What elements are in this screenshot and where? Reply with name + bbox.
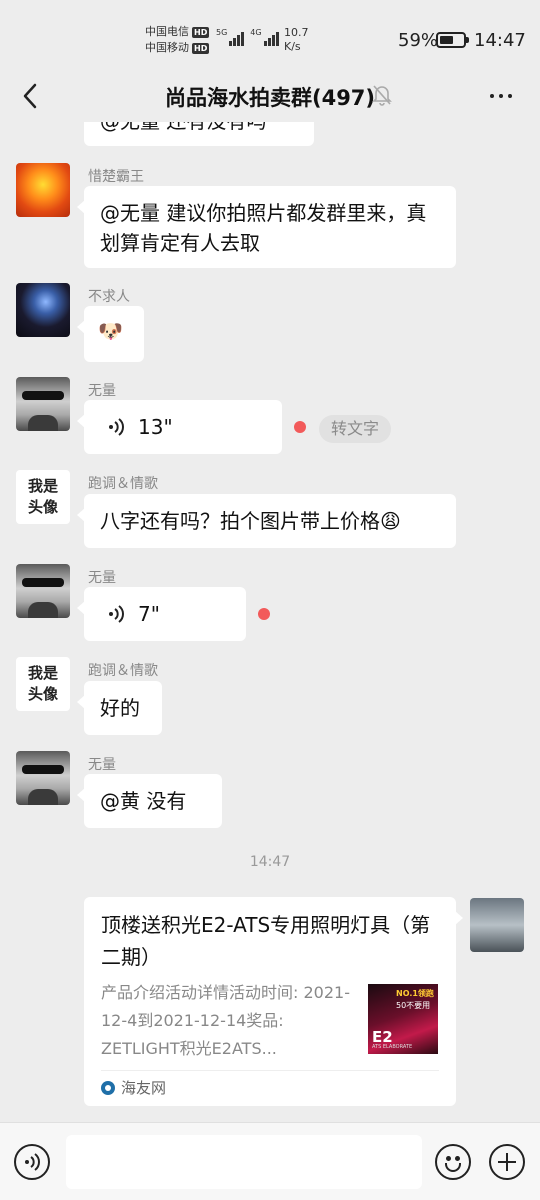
card-source: 海友网 bbox=[101, 1077, 166, 1098]
avatar[interactable] bbox=[16, 751, 70, 805]
avatar[interactable] bbox=[16, 564, 70, 618]
voice-duration: 7" bbox=[138, 602, 160, 626]
voice-input-button[interactable] bbox=[14, 1144, 50, 1180]
sender-name: 跑调＆情歌 bbox=[88, 476, 158, 492]
message-bubble[interactable]: @无量 还有没有吗 bbox=[84, 122, 314, 146]
more-horizontal-icon bbox=[490, 94, 512, 98]
network-speed: 10.7 K/s bbox=[284, 26, 309, 53]
voice-wave-icon bbox=[109, 605, 124, 623]
message-bubble[interactable]: 八字还有吗？拍个图片带上价格😩 bbox=[77, 494, 456, 548]
status-bar: 中国电信 HD 中国移动 HD 5G 4G 10.7 K/s 59% 14:47 bbox=[0, 0, 540, 70]
battery-icon bbox=[436, 32, 469, 48]
dog-emoji-icon: 🐶 bbox=[98, 319, 123, 343]
hd-badge: HD bbox=[192, 42, 210, 54]
avatar[interactable] bbox=[16, 283, 70, 337]
carrier-1: 中国电信 bbox=[145, 25, 189, 38]
chat-messages[interactable]: @无量 还有没有吗 惜楚霸王 @无量 建议你拍照片都发群里来，真划算肯定有人去取… bbox=[0, 122, 540, 1122]
unread-dot bbox=[294, 421, 306, 433]
avatar[interactable]: 我是头像 bbox=[16, 657, 70, 711]
signal-5g-icon: 5G bbox=[216, 28, 245, 46]
sender-name: 惜楚霸王 bbox=[88, 169, 144, 185]
card-title: 顶楼送积光E2-ATS专用照明灯具（第二期） bbox=[101, 913, 431, 969]
signal-indicators: 5G 4G bbox=[216, 28, 279, 46]
more-button[interactable] bbox=[484, 82, 518, 110]
carrier-info: 中国电信 HD 中国移动 HD bbox=[145, 24, 210, 56]
avatar[interactable]: 我是头像 bbox=[16, 470, 70, 524]
avatar[interactable] bbox=[16, 377, 70, 431]
message-timestamp: 14:47 bbox=[249, 854, 291, 870]
avatar[interactable] bbox=[16, 163, 70, 217]
battery-percent: 59% bbox=[398, 30, 439, 51]
voice-duration: 13" bbox=[138, 415, 173, 439]
hd-badge: HD bbox=[192, 26, 210, 38]
sender-name: 无量 bbox=[88, 383, 116, 399]
message-bubble[interactable]: @黄 没有 bbox=[77, 774, 222, 828]
source-name: 海友网 bbox=[121, 1079, 167, 1097]
card-description: 产品介绍活动详情活动时间: 2021-12-4到2021-12-14奖品: ZE… bbox=[101, 983, 350, 1058]
sender-name: 无量 bbox=[88, 570, 116, 586]
emoji-button[interactable] bbox=[435, 1144, 471, 1180]
voice-message[interactable]: 13" bbox=[77, 400, 282, 454]
chat-header: 尚品海水拍卖群(497) bbox=[0, 70, 540, 122]
divider bbox=[101, 1070, 439, 1071]
status-time: 14:47 bbox=[474, 30, 526, 51]
my-avatar[interactable] bbox=[470, 898, 524, 952]
voice-icon bbox=[25, 1153, 40, 1171]
sticker-bubble[interactable]: 🐶 bbox=[77, 306, 144, 362]
input-bar bbox=[0, 1122, 540, 1200]
sender-name: 跑调＆情歌 bbox=[88, 663, 158, 679]
message-bubble[interactable]: @无量 建议你拍照片都发群里来，真划算肯定有人去取 bbox=[77, 186, 456, 268]
bell-off-icon bbox=[372, 85, 392, 106]
chat-title[interactable]: 尚品海水拍卖群(497) bbox=[0, 82, 540, 112]
link-card[interactable]: 顶楼送积光E2-ATS专用照明灯具（第二期） 产品介绍活动详情活动时间: 202… bbox=[84, 897, 463, 1106]
voice-wave-icon bbox=[109, 418, 124, 436]
carrier-2: 中国移动 bbox=[145, 41, 189, 54]
message-bubble[interactable]: 好的 bbox=[77, 681, 162, 735]
signal-4g-icon: 4G bbox=[250, 28, 279, 46]
message-input[interactable] bbox=[66, 1135, 422, 1189]
plus-button[interactable] bbox=[489, 1144, 525, 1180]
source-logo-icon bbox=[101, 1080, 115, 1095]
sender-name: 不求人 bbox=[88, 289, 130, 305]
sender-name: 无量 bbox=[88, 757, 116, 773]
voice-message[interactable]: 7" bbox=[77, 587, 246, 641]
card-thumbnail: NO.1领跑 50不要用 E2 ATS ELABORATE bbox=[368, 984, 438, 1054]
unread-dot bbox=[258, 608, 270, 620]
transcribe-button[interactable]: 转文字 bbox=[319, 415, 392, 443]
